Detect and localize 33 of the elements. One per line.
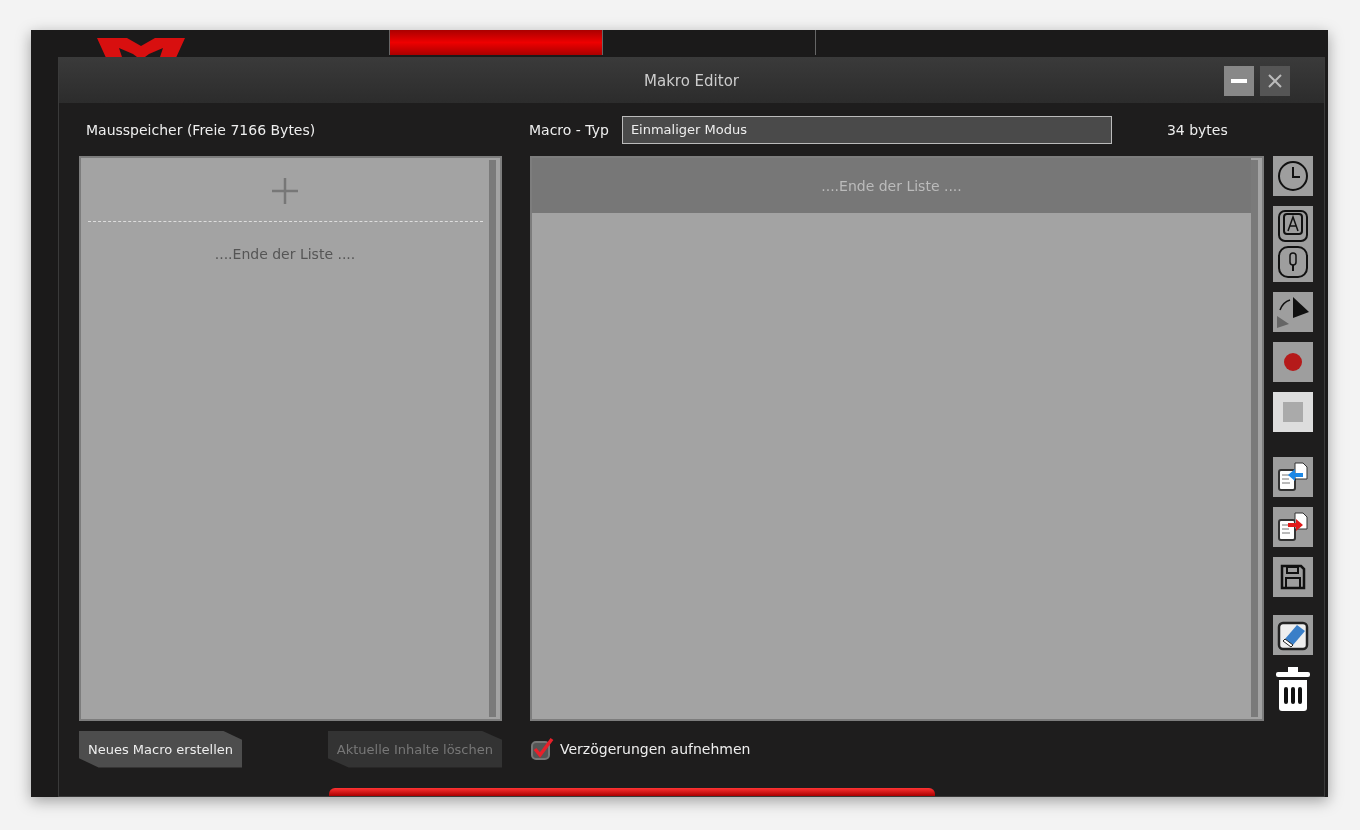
- clock-icon: [1277, 160, 1309, 192]
- list-end-row: ....Ende der Liste ....: [532, 158, 1251, 213]
- key-and-mouse-icon: [1277, 209, 1309, 279]
- macro-type-field[interactable]: Einmaliger Modus: [621, 115, 1112, 144]
- export-icon: [1277, 511, 1309, 543]
- close-button[interactable]: [1260, 66, 1290, 96]
- cursor-button[interactable]: [1273, 292, 1313, 332]
- action-button[interactable]: Neues Macro erstellen: [79, 730, 242, 768]
- minimize-button[interactable]: [1224, 66, 1254, 96]
- close-icon: [1267, 73, 1283, 89]
- stop-icon: [1283, 402, 1303, 422]
- scrollbar[interactable]: [1251, 160, 1258, 717]
- logo-icon: [97, 38, 185, 60]
- scrollbar[interactable]: [489, 160, 496, 717]
- eraser-button[interactable]: [1273, 615, 1313, 655]
- save-button[interactable]: [1273, 557, 1313, 597]
- import-button[interactable]: [1273, 457, 1313, 497]
- record-icon: [1283, 352, 1303, 372]
- macro-type-label: Macro - Typ: [529, 121, 609, 138]
- import-icon: [1277, 461, 1309, 493]
- minimize-icon: [1231, 79, 1247, 83]
- trash-icon[interactable]: [1276, 667, 1310, 711]
- checkbox-label: Verzögerungen aufnehmen: [560, 741, 751, 757]
- record-button[interactable]: [1273, 342, 1313, 382]
- eraser-icon: [1277, 619, 1309, 651]
- insert-input-button[interactable]: [1273, 206, 1313, 282]
- export-button[interactable]: [1273, 507, 1313, 547]
- memory-label: Mausspeicher (Freie 7166 Bytes): [85, 121, 317, 138]
- list-end-text: ....Ende der Liste ....: [214, 246, 356, 262]
- window-title: Makro Editor: [644, 71, 739, 90]
- delay-button[interactable]: [1273, 156, 1313, 196]
- cursor-icon: [1275, 294, 1311, 330]
- size-label: 34 bytes: [1166, 121, 1228, 138]
